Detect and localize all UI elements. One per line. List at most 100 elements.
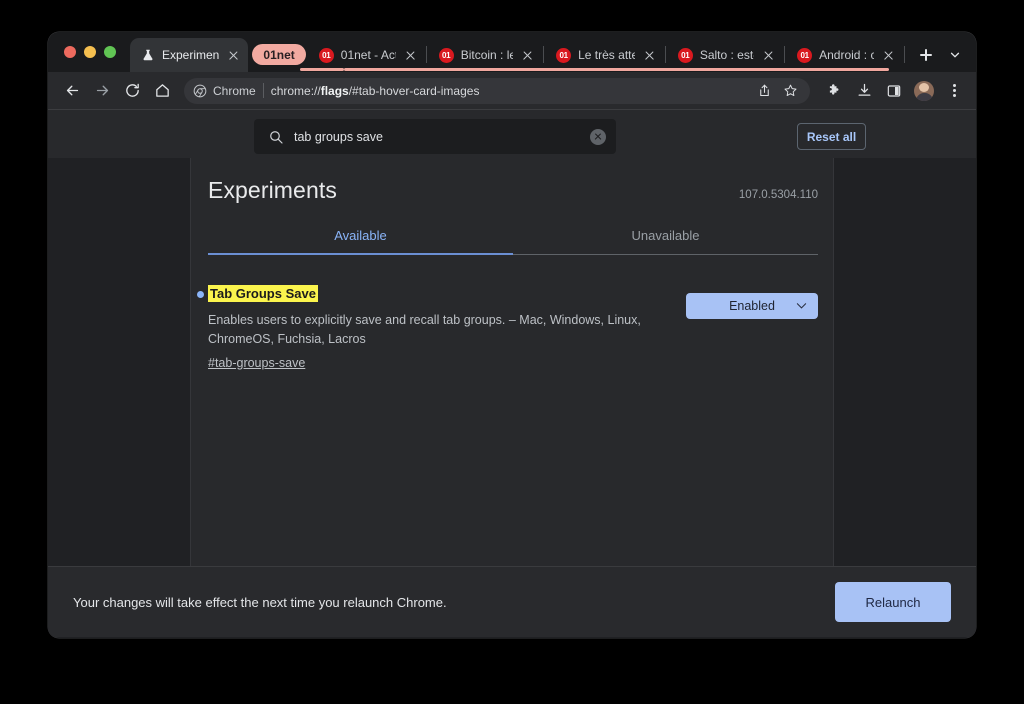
minimize-window-button[interactable] bbox=[84, 46, 96, 58]
01net-favicon-icon: 01 bbox=[797, 47, 813, 63]
experiment-info: Tab Groups Save Enables users to explici… bbox=[197, 285, 686, 372]
tab-group-pill-01net[interactable]: 01net bbox=[252, 44, 306, 65]
chrome-menu-button[interactable] bbox=[940, 77, 968, 105]
chrome-identity-chip: Chrome bbox=[193, 84, 256, 98]
close-icon[interactable] bbox=[403, 48, 418, 63]
experiment-title-line: Tab Groups Save bbox=[208, 285, 668, 304]
omnibox-actions bbox=[752, 79, 802, 103]
browser-window: Experiments 01net 01 01net - Actu 01 Bit… bbox=[48, 32, 976, 638]
flask-icon bbox=[143, 49, 153, 61]
experiment-title: Tab Groups Save bbox=[208, 285, 318, 302]
relaunch-button[interactable]: Relaunch bbox=[835, 582, 951, 622]
01net-favicon-icon: 01 bbox=[677, 47, 693, 63]
close-icon[interactable] bbox=[226, 48, 241, 63]
maximize-window-button[interactable] bbox=[104, 46, 116, 58]
chrome-version: 107.0.5304.110 bbox=[738, 189, 818, 201]
downloads-button[interactable] bbox=[850, 77, 878, 105]
profile-button[interactable] bbox=[910, 77, 938, 105]
flags-content-column: Experiments 107.0.5304.110 Available Una… bbox=[190, 110, 834, 566]
arrow-left-icon bbox=[66, 85, 78, 96]
flags-scroll-area: Experiments 107.0.5304.110 Available Una… bbox=[48, 110, 976, 566]
tab-android[interactable]: 01 Android : ce bbox=[786, 38, 903, 72]
tabs-container: Experiments 01net 01 01net - Actu 01 Bit… bbox=[130, 32, 976, 72]
reset-all-label: Reset all bbox=[806, 129, 857, 144]
experiment-state-value: Enabled bbox=[729, 299, 775, 313]
puzzle-icon bbox=[829, 84, 838, 95]
flags-tabs: Available Unavailable bbox=[208, 228, 818, 255]
reload-icon bbox=[125, 83, 139, 97]
browser-toolbar: Chrome chrome://flags/#tab-hover-card-im… bbox=[48, 72, 976, 110]
flags-header-area: Experiments 107.0.5304.110 Available Una… bbox=[191, 158, 835, 372]
reset-all-button[interactable]: Reset all bbox=[797, 123, 866, 150]
close-icon[interactable] bbox=[642, 48, 657, 63]
chevron-down-icon bbox=[796, 303, 807, 309]
tab-title: Bitcoin : les bbox=[460, 48, 514, 62]
tab-label: Unavailable bbox=[631, 228, 700, 243]
side-panel-icon bbox=[887, 84, 901, 97]
tab-search-button[interactable] bbox=[940, 40, 970, 70]
star-icon bbox=[784, 84, 796, 97]
left-gutter bbox=[48, 110, 190, 566]
close-icon[interactable] bbox=[881, 48, 896, 63]
avatar bbox=[914, 80, 934, 101]
right-gutter bbox=[834, 110, 976, 566]
relaunch-button-label: Relaunch bbox=[865, 594, 921, 610]
tab-separator bbox=[904, 46, 905, 63]
close-icon[interactable] bbox=[520, 48, 535, 63]
tab-separator bbox=[425, 46, 427, 63]
url-prefix: chrome:// bbox=[270, 83, 321, 98]
side-panel-button[interactable] bbox=[880, 77, 908, 105]
experiment-row-tab-groups-save: Tab Groups Save Enables users to explici… bbox=[197, 285, 818, 372]
tab-strip: Experiments 01net 01 01net - Actu 01 Bit… bbox=[48, 32, 976, 72]
01net-favicon-icon: 01 bbox=[556, 47, 572, 63]
search-input[interactable]: tab groups save bbox=[254, 119, 616, 154]
tab-separator bbox=[543, 46, 545, 63]
tab-01net-actu[interactable]: 01 01net - Actu bbox=[308, 38, 425, 72]
three-dot-menu-icon bbox=[952, 83, 956, 98]
url-text: chrome://flags/#tab-hover-card-images bbox=[271, 84, 480, 98]
forward-button[interactable] bbox=[88, 77, 116, 105]
tab-title: Le très atten bbox=[578, 48, 635, 62]
url-suffix: /#tab-hover-card-images bbox=[348, 83, 480, 98]
tab-experiments[interactable]: Experiments bbox=[130, 38, 249, 72]
close-window-button[interactable] bbox=[64, 46, 76, 58]
tab-unavailable[interactable]: Unavailable bbox=[513, 228, 818, 254]
tab-title: Experiments bbox=[162, 48, 220, 62]
url-bold: flags bbox=[320, 83, 349, 98]
tab-salto[interactable]: 01 Salto : est-c bbox=[667, 38, 783, 72]
tab-le-tres-attendu[interactable]: 01 Le très atten bbox=[545, 38, 664, 72]
back-button[interactable] bbox=[58, 77, 86, 105]
chrome-logo-icon bbox=[193, 84, 207, 97]
flags-search-row: tab groups save Reset all bbox=[48, 110, 976, 158]
new-tab-button[interactable] bbox=[912, 41, 940, 69]
01net-favicon-icon: 01 bbox=[318, 47, 334, 63]
reload-button[interactable] bbox=[118, 77, 146, 105]
chevron-down-icon bbox=[950, 52, 960, 58]
tab-available[interactable]: Available bbox=[208, 228, 513, 255]
relaunch-message: Your changes will take effect the next t… bbox=[73, 594, 447, 610]
experiment-permalink[interactable]: #tab-groups-save bbox=[208, 356, 305, 370]
share-button[interactable] bbox=[752, 79, 776, 103]
experiment-description: Enables users to explicitly save and rec… bbox=[208, 312, 641, 347]
share-icon bbox=[759, 84, 769, 97]
search-icon bbox=[270, 130, 283, 144]
extensions-button[interactable] bbox=[820, 77, 848, 105]
address-bar[interactable]: Chrome chrome://flags/#tab-hover-card-im… bbox=[184, 77, 810, 104]
close-icon[interactable] bbox=[761, 48, 776, 63]
tab-group-label: 01net bbox=[263, 47, 295, 62]
tab-separator bbox=[664, 46, 666, 63]
modified-flag-dot-icon bbox=[197, 291, 204, 298]
tab-group-underline-pill bbox=[300, 68, 344, 71]
arrow-right-icon bbox=[96, 85, 108, 96]
bookmark-button[interactable] bbox=[778, 79, 802, 103]
home-button[interactable] bbox=[148, 77, 176, 105]
search-value: tab groups save bbox=[294, 129, 383, 144]
window-controls bbox=[56, 32, 130, 72]
page-title: Experiments bbox=[208, 177, 337, 203]
01net-favicon-icon: 01 bbox=[438, 47, 454, 63]
experiment-state-select[interactable]: Enabled bbox=[686, 293, 818, 319]
tab-bitcoin[interactable]: 01 Bitcoin : les bbox=[428, 38, 542, 72]
tab-separator bbox=[784, 46, 786, 63]
clear-search-icon[interactable] bbox=[590, 128, 606, 145]
title-row: Experiments 107.0.5304.110 bbox=[208, 158, 818, 204]
